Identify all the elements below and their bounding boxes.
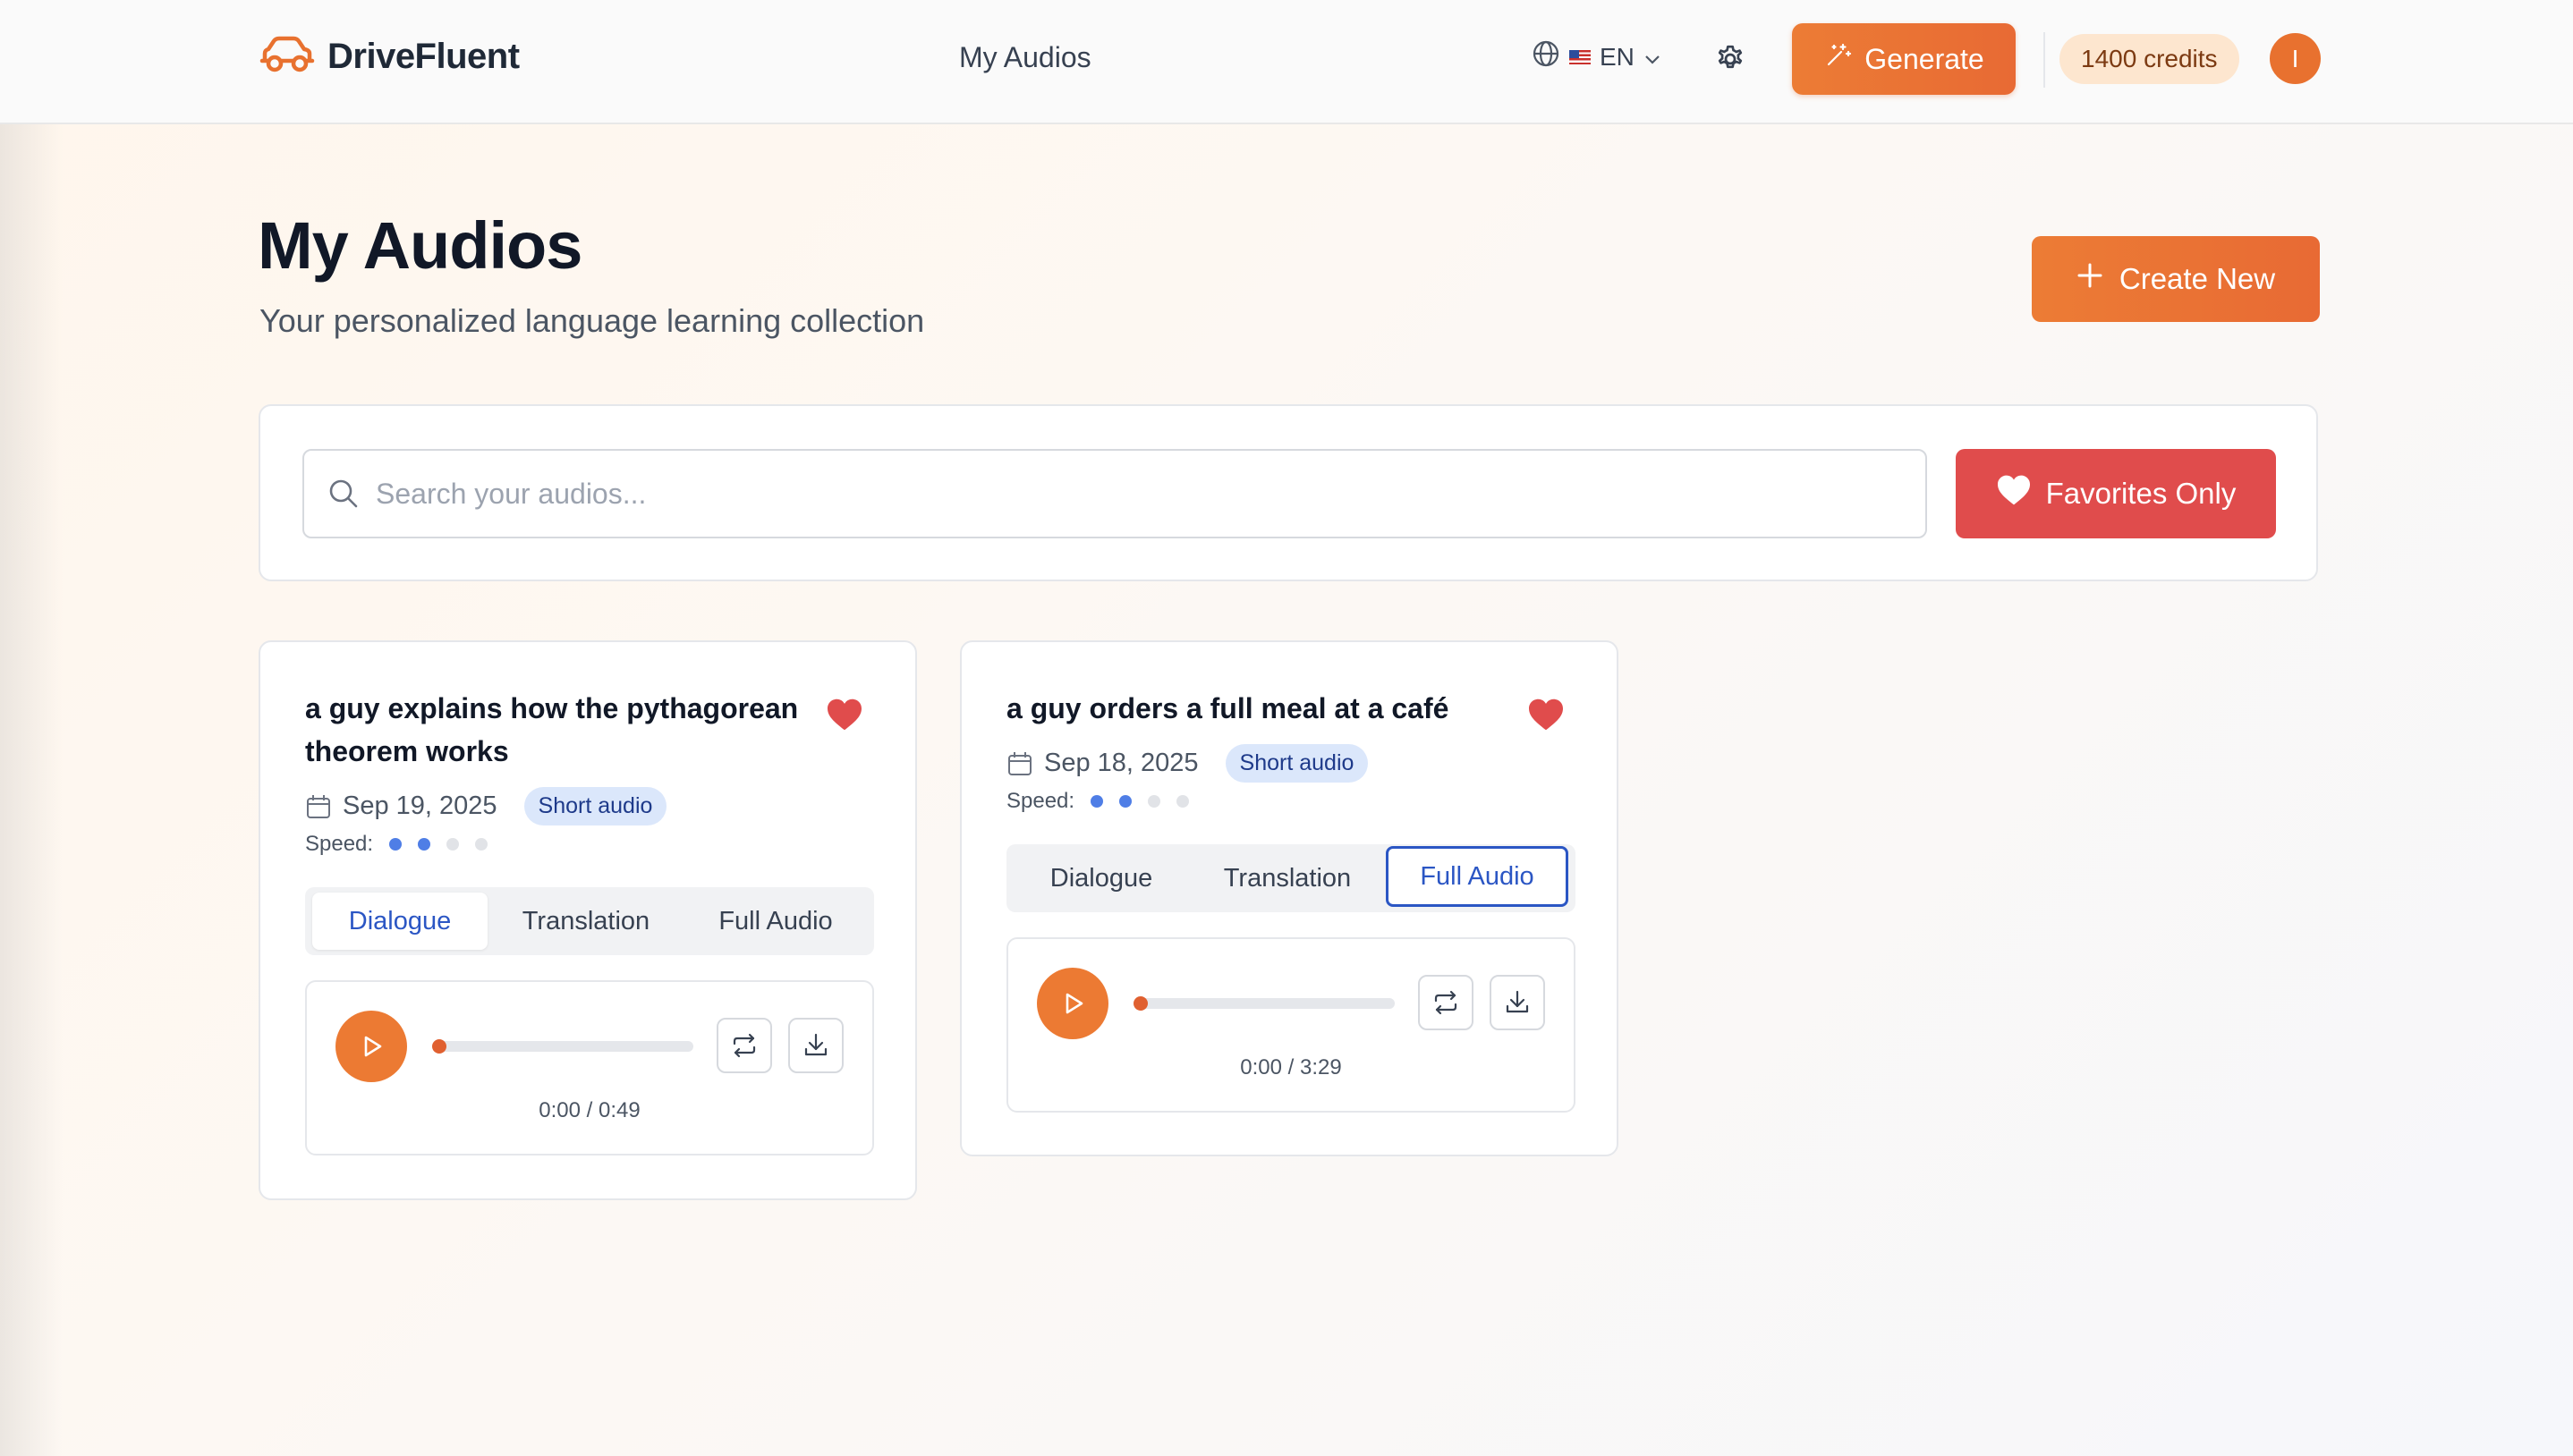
speed-dot [446, 838, 460, 851]
favorite-heart-icon[interactable] [1527, 698, 1565, 736]
date-row: Sep 19, 2025 Short audio [305, 787, 667, 825]
audio-card[interactable]: a guy explains how the pythagorean theor… [259, 640, 917, 1200]
search-placeholder: Search your audios... [376, 477, 647, 510]
nav-my-audios[interactable]: My Audios [959, 41, 1091, 74]
header-divider [2043, 32, 2045, 88]
search-input[interactable]: Search your audios... [302, 449, 1927, 538]
speed-row: Speed: [1006, 789, 1190, 814]
audio-card[interactable]: a guy orders a full meal at a café Sep 1… [960, 640, 1618, 1156]
tab-full-audio[interactable]: Full Audio [1386, 846, 1568, 907]
generate-label: Generate [1864, 42, 1984, 75]
speed-row: Speed: [305, 832, 488, 857]
create-new-button[interactable]: Create New [2032, 236, 2320, 322]
page-title: My Audios [258, 208, 582, 283]
audio-player: 0:00 / 3:29 [1006, 937, 1575, 1113]
audio-date: Sep 18, 2025 [1044, 749, 1199, 777]
audio-date: Sep 19, 2025 [343, 791, 497, 820]
speed-dot [389, 838, 403, 851]
download-icon [1506, 990, 1529, 1013]
date-row: Sep 18, 2025 Short audio [1006, 744, 1369, 783]
page-subtitle: Your personalized language learning coll… [259, 302, 925, 339]
speed-dot [1091, 795, 1104, 808]
avatar[interactable]: I [2270, 33, 2321, 84]
repeat-icon [1434, 990, 1457, 1015]
car-icon [259, 36, 315, 78]
content-tabs: Dialogue Translation Full Audio [1006, 844, 1575, 912]
tab-full-audio[interactable]: Full Audio [684, 893, 867, 950]
length-badge: Short audio [1225, 744, 1369, 783]
us-flag-icon [1569, 49, 1591, 64]
time-display: 0:00 / 0:49 [539, 1098, 641, 1122]
speed-indicator [1091, 795, 1190, 808]
length-badge: Short audio [523, 787, 667, 825]
speed-label: Speed: [1006, 789, 1075, 813]
page-shadow [0, 123, 63, 1456]
magic-wand-icon [1823, 41, 1852, 77]
top-navbar: DriveFluent My Audios EN Generate 1400 c… [0, 0, 2573, 124]
repeat-button[interactable] [717, 1018, 772, 1073]
favorites-only-label: Favorites Only [2045, 477, 2237, 510]
search-icon [329, 479, 358, 508]
audio-title: a guy orders a full meal at a café [1006, 692, 1449, 724]
tab-translation[interactable]: Translation [498, 893, 674, 950]
speed-indicator [389, 838, 488, 851]
play-icon [364, 1036, 382, 1057]
generate-button[interactable]: Generate [1792, 23, 2016, 95]
tab-translation[interactable]: Translation [1200, 850, 1375, 907]
credits-badge: 1400 credits [2059, 34, 2239, 84]
audio-title: a guy explains how the pythagorean theor… [305, 692, 799, 767]
download-icon [804, 1033, 828, 1056]
progress-bar[interactable] [1134, 996, 1395, 1011]
repeat-icon [733, 1033, 756, 1058]
repeat-button[interactable] [1418, 975, 1473, 1030]
globe-icon [1532, 39, 1560, 74]
favorite-heart-icon[interactable] [826, 698, 863, 736]
plus-icon [2076, 262, 2103, 296]
favorites-only-button[interactable]: Favorites Only [1956, 449, 2276, 538]
create-new-label: Create New [2119, 262, 2276, 295]
tab-dialogue[interactable]: Dialogue [1014, 850, 1189, 907]
play-icon [1066, 993, 1083, 1014]
content-tabs: Dialogue Translation Full Audio [305, 887, 874, 955]
gear-icon[interactable] [1712, 41, 1748, 81]
speed-dot [475, 838, 488, 851]
speed-label: Speed: [305, 832, 374, 856]
calendar-icon [307, 794, 330, 818]
progress-knob[interactable] [1134, 996, 1148, 1011]
language-selector[interactable]: EN [1532, 39, 1661, 74]
speed-dot [418, 838, 431, 851]
speed-dot [1176, 795, 1190, 808]
brand-logo[interactable]: DriveFluent [259, 36, 520, 78]
download-button[interactable] [788, 1018, 844, 1073]
speed-dot [1119, 795, 1133, 808]
language-code: EN [1600, 42, 1635, 71]
tab-dialogue[interactable]: Dialogue [312, 893, 488, 950]
progress-knob[interactable] [432, 1039, 446, 1054]
heart-icon [1996, 474, 2032, 513]
play-button[interactable] [1037, 968, 1108, 1039]
audio-player: 0:00 / 0:49 [305, 980, 874, 1155]
play-button[interactable] [335, 1011, 407, 1082]
brand-name: DriveFluent [327, 37, 520, 76]
chevron-down-icon [1643, 43, 1661, 72]
progress-bar[interactable] [432, 1039, 693, 1054]
time-display: 0:00 / 3:29 [1240, 1055, 1342, 1079]
download-button[interactable] [1490, 975, 1545, 1030]
calendar-icon [1008, 751, 1032, 775]
speed-dot [1148, 795, 1161, 808]
